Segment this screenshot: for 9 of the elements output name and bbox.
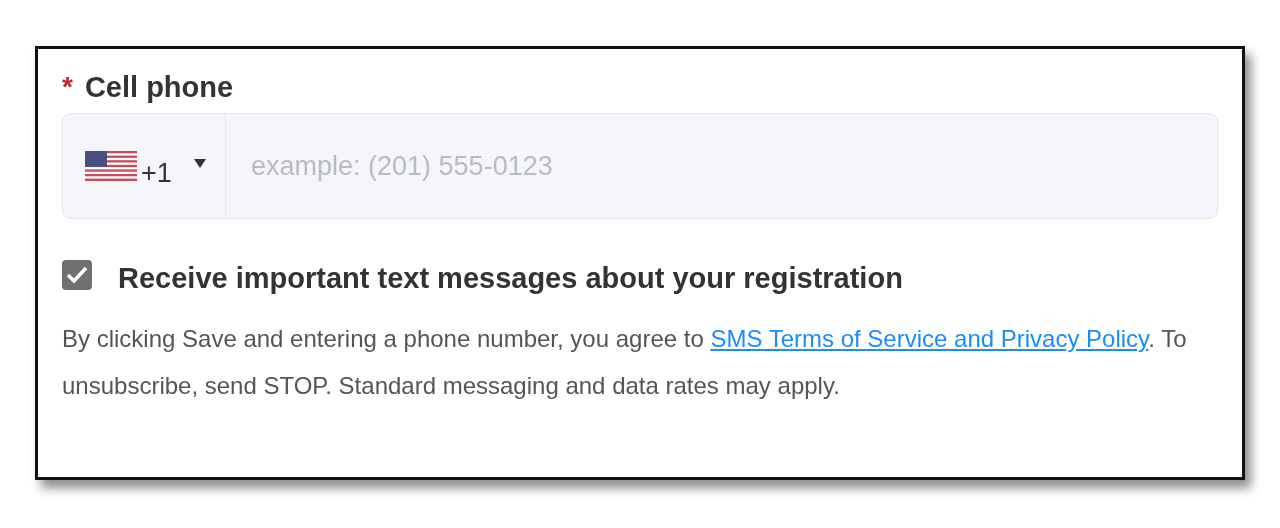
required-asterisk: *	[62, 71, 73, 103]
checkbox[interactable]	[62, 260, 92, 290]
phone-field[interactable]: +1 example: (201) 555-0123	[62, 113, 1218, 219]
consent-notice: By clicking Save and entering a phone number, you agree to SMS Terms of Service and Privacy Policy. To unsubscribe, send STOP. Standard messaging and data rates may apply.	[62, 324, 1188, 401]
checkbox-label: Receive important text messages about your registration	[118, 261, 903, 295]
country-code-dropdown[interactable]: +1	[63, 114, 226, 218]
field-label: Cell phone	[84, 70, 234, 104]
caret-icon	[193, 158, 206, 168]
flag-icon	[85, 151, 137, 181]
